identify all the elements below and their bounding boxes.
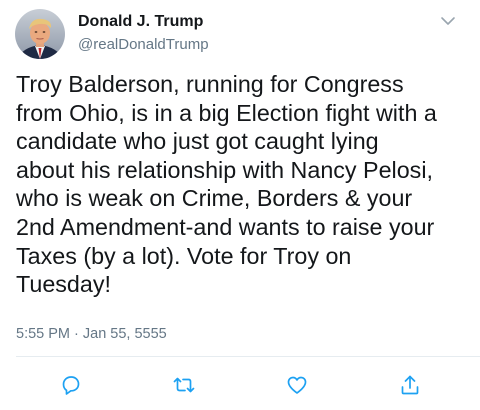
chevron-down-icon[interactable]: [438, 14, 458, 28]
retweet-button[interactable]: [172, 373, 196, 397]
retweet-icon: [173, 377, 195, 393]
heart-icon: [287, 376, 307, 394]
share-button[interactable]: [398, 373, 422, 397]
reply-icon: [62, 376, 80, 395]
tweet-text: Troy Balderson, running for Congress fro…: [16, 71, 437, 298]
share-icon: [401, 375, 419, 395]
avatar-image: [15, 9, 65, 59]
reply-button[interactable]: [59, 373, 83, 397]
divider: [16, 356, 480, 357]
author-name[interactable]: Donald J. Trump: [78, 13, 203, 31]
tweet-card: Donald J. Trump @realDonaldTrump Troy Ba…: [0, 0, 480, 410]
like-button[interactable]: [285, 373, 309, 397]
tweet-timestamp[interactable]: 5:55 PM · Jan 55, 5555: [16, 326, 167, 342]
avatar[interactable]: [15, 9, 65, 59]
author-handle[interactable]: @realDonaldTrump: [78, 36, 209, 53]
